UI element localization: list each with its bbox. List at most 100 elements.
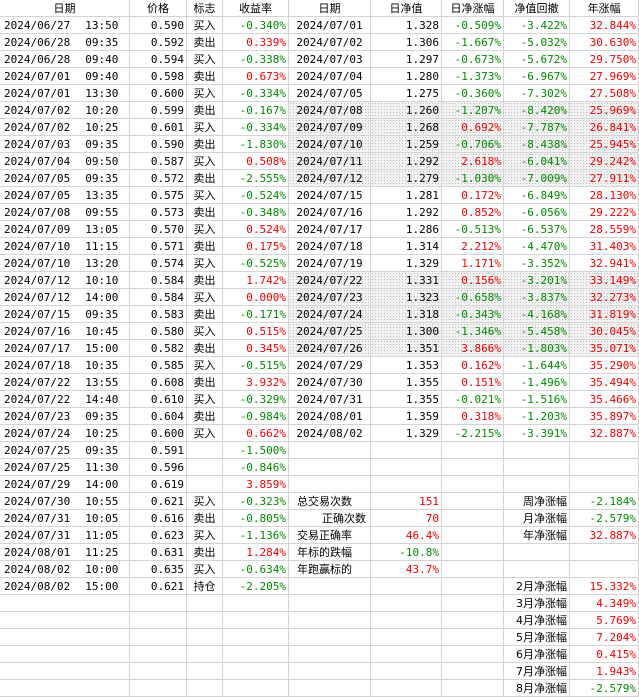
trade-price[interactable]: 0.585	[130, 357, 187, 374]
trade-return[interactable]: -0.634%	[223, 561, 289, 578]
monthly-label[interactable]: 8月净涨幅	[504, 680, 570, 697]
trade-price[interactable]: 0.571	[130, 238, 187, 255]
trade-return[interactable]: 0.000%	[223, 289, 289, 306]
trade-datetime-cell[interactable]: 2024/07/05 09:35	[0, 170, 130, 187]
daily-date[interactable]: 2024/07/23	[289, 289, 371, 306]
trade-price[interactable]: 0.621	[130, 493, 187, 510]
trade-price[interactable]: 0.601	[130, 119, 187, 136]
daily-change[interactable]: -0.021%	[442, 391, 504, 408]
trade-return[interactable]: 1.284%	[223, 544, 289, 561]
empty-cell[interactable]	[442, 493, 504, 510]
trade-return[interactable]: -0.846%	[223, 459, 289, 476]
empty-cell[interactable]	[289, 680, 371, 697]
trade-datetime-cell[interactable]: 2024/08/02 10:00	[0, 561, 130, 578]
empty-cell[interactable]	[442, 527, 504, 544]
header-date2[interactable]: 日期	[289, 0, 371, 17]
monthly-value[interactable]: 0.415%	[570, 646, 639, 663]
trade-flag[interactable]: 卖出	[187, 306, 223, 323]
empty-cell[interactable]	[371, 629, 442, 646]
daily-change[interactable]: -0.360%	[442, 85, 504, 102]
trade-datetime-cell[interactable]: 2024/07/10 13:20	[0, 255, 130, 272]
trade-flag[interactable]	[187, 442, 223, 459]
header-drawdown[interactable]: 净值回撤	[504, 0, 570, 17]
trade-return[interactable]: -0.171%	[223, 306, 289, 323]
trade-datetime-cell[interactable]: 2024/07/02 10:25	[0, 119, 130, 136]
trade-datetime-cell[interactable]: 2024/07/10 11:15	[0, 238, 130, 255]
daily-change[interactable]: 0.162%	[442, 357, 504, 374]
trade-price[interactable]: 0.600	[130, 85, 187, 102]
daily-date[interactable]: 2024/07/04	[289, 68, 371, 85]
daily-date[interactable]: 2024/07/22	[289, 272, 371, 289]
empty-cell[interactable]	[570, 442, 639, 459]
daily-date[interactable]: 2024/07/03	[289, 51, 371, 68]
monthly-label[interactable]: 5月净涨幅	[504, 629, 570, 646]
trade-price[interactable]: 0.600	[130, 425, 187, 442]
daily-change[interactable]: 2.212%	[442, 238, 504, 255]
empty-cell[interactable]	[223, 629, 289, 646]
daily-drawdown[interactable]: -3.352%	[504, 255, 570, 272]
daily-date[interactable]: 2024/07/16	[289, 204, 371, 221]
empty-cell[interactable]	[187, 680, 223, 697]
trade-datetime-cell[interactable]: 2024/06/28 09:40	[0, 51, 130, 68]
empty-cell[interactable]	[0, 612, 130, 629]
daily-annual-change[interactable]: 32.273%	[570, 289, 639, 306]
trade-flag[interactable]	[187, 476, 223, 493]
trade-price[interactable]: 0.592	[130, 34, 187, 51]
trade-return[interactable]: -0.329%	[223, 391, 289, 408]
empty-cell[interactable]	[223, 663, 289, 680]
empty-cell[interactable]	[570, 459, 639, 476]
trade-datetime-cell[interactable]: 2024/06/28 09:35	[0, 34, 130, 51]
daily-annual-change[interactable]: 29.242%	[570, 153, 639, 170]
daily-nav[interactable]: 1.297	[371, 51, 442, 68]
trade-flag[interactable]: 买入	[187, 153, 223, 170]
trade-price[interactable]: 0.623	[130, 527, 187, 544]
daily-drawdown[interactable]: -3.391%	[504, 425, 570, 442]
daily-nav[interactable]: 1.355	[371, 374, 442, 391]
daily-change[interactable]: -1.346%	[442, 323, 504, 340]
empty-cell[interactable]	[289, 578, 371, 595]
daily-nav[interactable]: 1.306	[371, 34, 442, 51]
trade-return[interactable]: 3.932%	[223, 374, 289, 391]
trade-return[interactable]: 3.859%	[223, 476, 289, 493]
trade-return[interactable]: -1.500%	[223, 442, 289, 459]
daily-nav[interactable]: 1.329	[371, 425, 442, 442]
trade-price[interactable]: 0.583	[130, 306, 187, 323]
trade-flag[interactable]: 卖出	[187, 340, 223, 357]
daily-drawdown[interactable]: -3.837%	[504, 289, 570, 306]
daily-annual-change[interactable]: 27.969%	[570, 68, 639, 85]
trade-flag[interactable]: 买入	[187, 17, 223, 34]
empty-cell[interactable]	[0, 595, 130, 612]
summary-value[interactable]: 151	[371, 493, 442, 510]
daily-annual-change[interactable]: 33.149%	[570, 272, 639, 289]
empty-cell[interactable]	[442, 459, 504, 476]
daily-annual-change[interactable]: 31.819%	[570, 306, 639, 323]
trade-return[interactable]: -2.205%	[223, 578, 289, 595]
daily-drawdown[interactable]: -5.458%	[504, 323, 570, 340]
empty-cell[interactable]	[289, 663, 371, 680]
trade-flag[interactable]: 卖出	[187, 34, 223, 51]
empty-cell[interactable]	[130, 629, 187, 646]
empty-cell[interactable]	[442, 578, 504, 595]
trade-datetime-cell[interactable]: 2024/07/22 13:55	[0, 374, 130, 391]
daily-date[interactable]: 2024/07/01	[289, 17, 371, 34]
empty-cell[interactable]	[570, 561, 639, 578]
trade-return[interactable]: 0.175%	[223, 238, 289, 255]
trade-price[interactable]: 0.572	[130, 170, 187, 187]
daily-drawdown[interactable]: -7.009%	[504, 170, 570, 187]
trade-datetime-cell[interactable]: 2024/07/01 13:30	[0, 85, 130, 102]
empty-cell[interactable]	[130, 646, 187, 663]
header-annual-change[interactable]: 年涨幅	[570, 0, 639, 17]
trade-price[interactable]: 0.598	[130, 68, 187, 85]
empty-cell[interactable]	[504, 476, 570, 493]
header-date[interactable]: 日期	[0, 0, 130, 17]
daily-change[interactable]: -1.207%	[442, 102, 504, 119]
daily-nav[interactable]: 1.279	[371, 170, 442, 187]
trade-datetime-cell[interactable]: 2024/07/03 09:35	[0, 136, 130, 153]
empty-cell[interactable]	[187, 663, 223, 680]
empty-cell[interactable]	[187, 612, 223, 629]
monthly-label[interactable]: 7月净涨幅	[504, 663, 570, 680]
empty-cell[interactable]	[371, 442, 442, 459]
trade-price[interactable]: 0.584	[130, 272, 187, 289]
trade-return[interactable]: 0.673%	[223, 68, 289, 85]
trade-datetime-cell[interactable]: 2024/07/02 10:20	[0, 102, 130, 119]
